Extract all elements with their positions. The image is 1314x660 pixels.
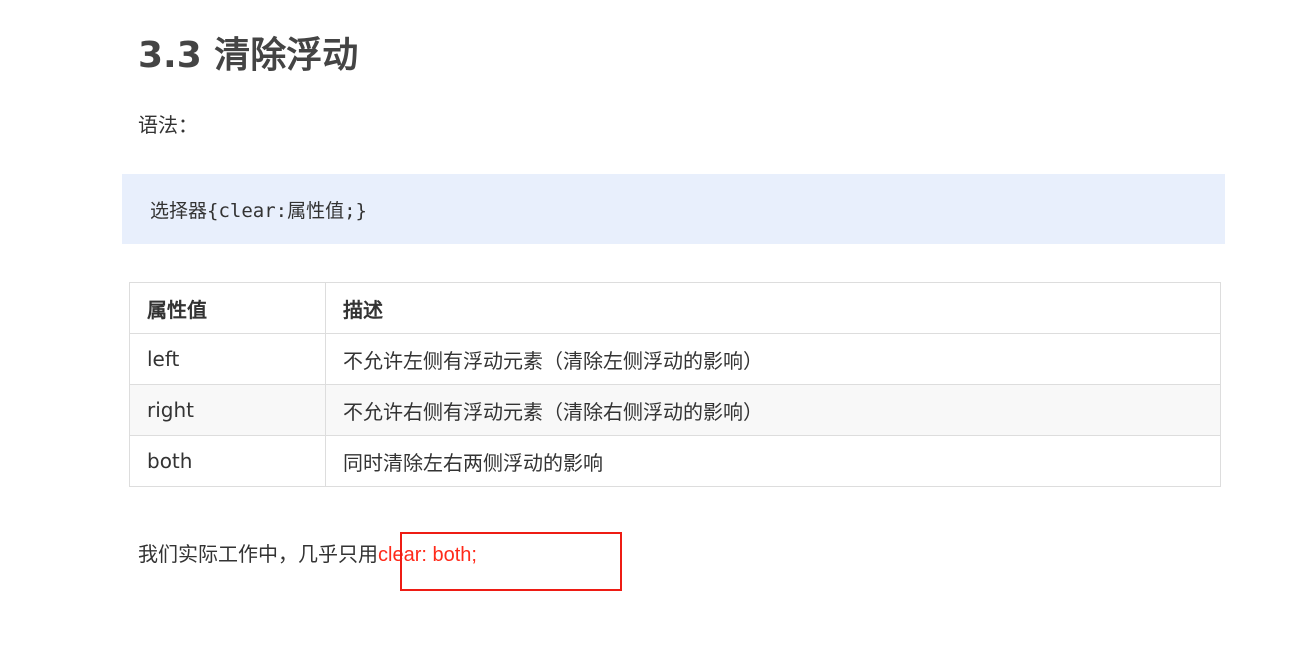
- cell-description: 同时清除左右两侧浮动的影响: [325, 435, 1221, 487]
- cell-value: left: [129, 333, 326, 385]
- section-title: 3.3 清除浮动: [138, 35, 359, 76]
- property-table: 属性值 描述 left 不允许左侧有浮动元素（清除左侧浮动的影响） right …: [129, 282, 1221, 487]
- code-text: 选择器{clear:属性值;}: [150, 199, 367, 222]
- cell-value: both: [129, 435, 326, 487]
- table-row: left 不允许左侧有浮动元素（清除左侧浮动的影响）: [129, 333, 1221, 385]
- note-highlight: clear: both;: [378, 544, 477, 566]
- document-page: 3.3 清除浮动 语法： 选择器{clear:属性值;} 属性值 描述 left…: [0, 0, 1314, 660]
- header-property-value: 属性值: [129, 282, 326, 334]
- usage-note: 我们实际工作中，几乎只用clear: both;: [138, 538, 477, 571]
- code-block: 选择器{clear:属性值;}: [122, 174, 1225, 244]
- cell-value: right: [129, 384, 326, 436]
- note-text: 我们实际工作中，几乎只用: [138, 542, 378, 566]
- table-row: both 同时清除左右两侧浮动的影响: [129, 435, 1221, 487]
- table-row: right 不允许右侧有浮动元素（清除右侧浮动的影响）: [129, 384, 1221, 436]
- cell-description: 不允许左侧有浮动元素（清除左侧浮动的影响）: [325, 333, 1221, 385]
- table-header-row: 属性值 描述: [129, 282, 1221, 334]
- header-description: 描述: [325, 282, 1221, 334]
- syntax-label: 语法：: [138, 113, 198, 137]
- cell-description: 不允许右侧有浮动元素（清除右侧浮动的影响）: [325, 384, 1221, 436]
